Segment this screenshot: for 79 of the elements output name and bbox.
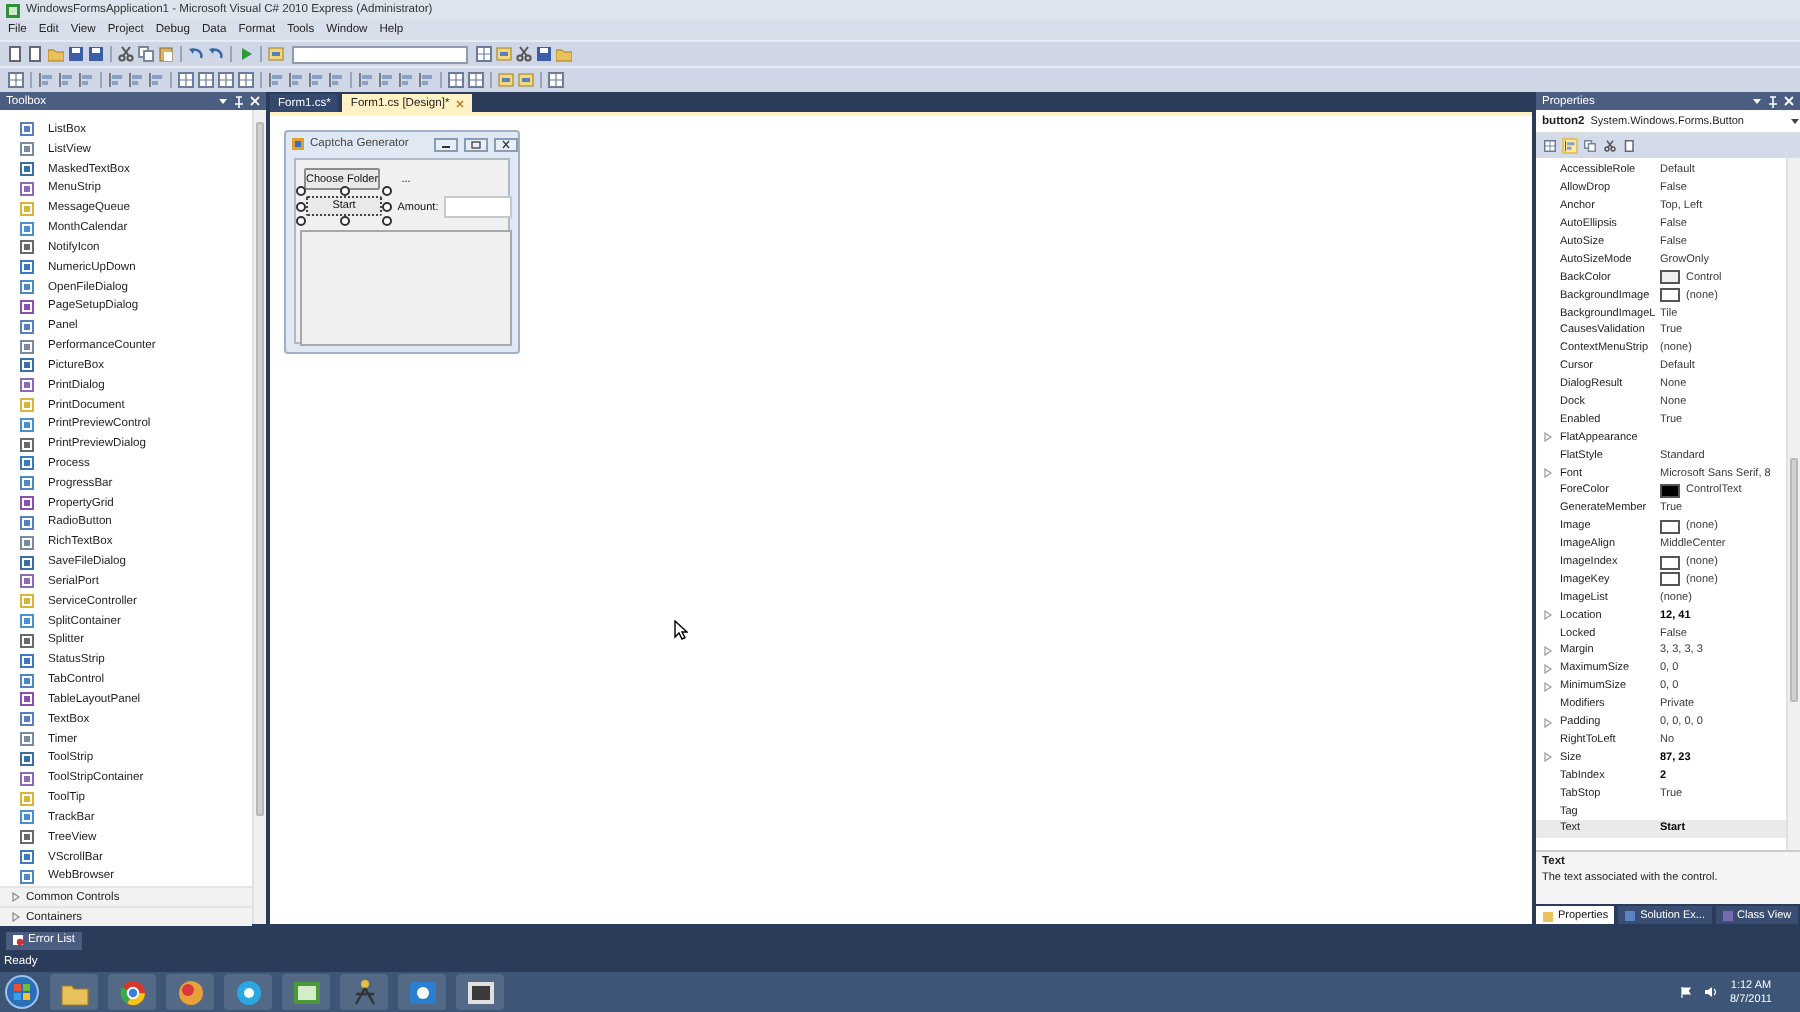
text-field[interactable] xyxy=(444,196,512,218)
tool-icon[interactable] xyxy=(268,46,284,62)
save-icon[interactable] xyxy=(536,46,552,62)
properties-button[interactable] xyxy=(1582,138,1598,154)
taskbar-button[interactable] xyxy=(398,974,446,1010)
align-icon[interactable] xyxy=(128,72,144,88)
grid-icon[interactable] xyxy=(468,72,484,88)
taskbar-button[interactable] xyxy=(108,974,156,1010)
ring-icon xyxy=(117,977,147,1007)
dropdown-icon[interactable] xyxy=(1790,116,1800,126)
chat-icon xyxy=(233,977,263,1007)
close-icon[interactable] xyxy=(455,99,464,107)
save-icon[interactable] xyxy=(88,46,104,62)
align-icon[interactable] xyxy=(418,72,434,88)
speaker-icon[interactable] xyxy=(1703,986,1718,998)
align-icon[interactable] xyxy=(398,72,414,88)
align-icon[interactable] xyxy=(328,72,344,88)
align-icon[interactable] xyxy=(358,72,374,88)
minimize-icon xyxy=(434,137,458,151)
taskbar-button[interactable] xyxy=(224,974,272,1010)
grid-icon[interactable] xyxy=(8,72,24,88)
categorized-button[interactable] xyxy=(1542,138,1558,154)
align-icon[interactable] xyxy=(308,72,324,88)
pin-icon[interactable] xyxy=(234,95,244,107)
align-icon[interactable] xyxy=(268,72,284,88)
tile-icon xyxy=(465,977,495,1007)
grid-icon[interactable] xyxy=(448,72,464,88)
taskbar-button[interactable] xyxy=(340,974,388,1010)
play-icon[interactable] xyxy=(238,46,254,62)
events-button[interactable] xyxy=(1602,138,1618,154)
copy-icon[interactable] xyxy=(138,46,154,62)
scrollbar[interactable] xyxy=(1786,158,1800,850)
swirl-icon xyxy=(175,977,205,1007)
close-icon xyxy=(494,137,518,151)
scrollbar[interactable] xyxy=(252,110,266,924)
grid-icon[interactable] xyxy=(238,72,254,88)
grid-icon[interactable] xyxy=(218,72,234,88)
pin-icon[interactable] xyxy=(1768,95,1778,107)
save-icon[interactable] xyxy=(68,46,84,62)
property-pages-button[interactable] xyxy=(1622,138,1638,154)
start-orb-icon[interactable] xyxy=(4,974,40,1010)
grid-icon[interactable] xyxy=(548,72,564,88)
expand-arrow-icon[interactable] xyxy=(1544,752,1552,763)
tab-icon xyxy=(1542,909,1554,921)
form-icon xyxy=(292,138,304,150)
align-icon[interactable] xyxy=(78,72,94,88)
align-icon[interactable] xyxy=(58,72,74,88)
tab-icon xyxy=(1721,909,1733,921)
taskbar-button[interactable] xyxy=(456,974,504,1010)
align-icon[interactable] xyxy=(38,72,54,88)
align-icon[interactable] xyxy=(378,72,394,88)
grid-icon[interactable] xyxy=(198,72,214,88)
align-icon[interactable] xyxy=(108,72,124,88)
resize-handle[interactable] xyxy=(339,186,349,196)
window-icon xyxy=(291,977,321,1007)
tab-icon xyxy=(1624,909,1637,921)
alphabetical-button[interactable] xyxy=(1562,138,1578,154)
flag-icon[interactable] xyxy=(1679,986,1692,998)
combo-field[interactable] xyxy=(292,45,468,63)
expand-arrow-icon[interactable] xyxy=(1544,717,1552,728)
dropdown-icon[interactable] xyxy=(1752,96,1762,106)
dropdown-icon[interactable] xyxy=(218,96,228,106)
cut-icon[interactable] xyxy=(118,46,134,62)
align-icon[interactable] xyxy=(288,72,304,88)
maximize-icon xyxy=(464,137,488,151)
expand-arrow-icon[interactable] xyxy=(1544,610,1552,621)
grid-icon[interactable] xyxy=(476,46,492,62)
cut-icon[interactable] xyxy=(516,46,532,62)
expand-arrow-icon[interactable] xyxy=(1544,432,1552,443)
expand-arrow-icon[interactable] xyxy=(1544,468,1552,479)
app-icon xyxy=(6,3,20,17)
paste-icon[interactable] xyxy=(158,46,174,62)
figure-icon xyxy=(349,977,379,1007)
error-icon xyxy=(12,934,24,946)
taskbar-button[interactable] xyxy=(282,974,330,1010)
resize-handle[interactable] xyxy=(339,216,349,226)
align-icon[interactable] xyxy=(148,72,164,88)
mouse-pointer-icon xyxy=(674,620,688,640)
grid-icon[interactable] xyxy=(178,72,194,88)
